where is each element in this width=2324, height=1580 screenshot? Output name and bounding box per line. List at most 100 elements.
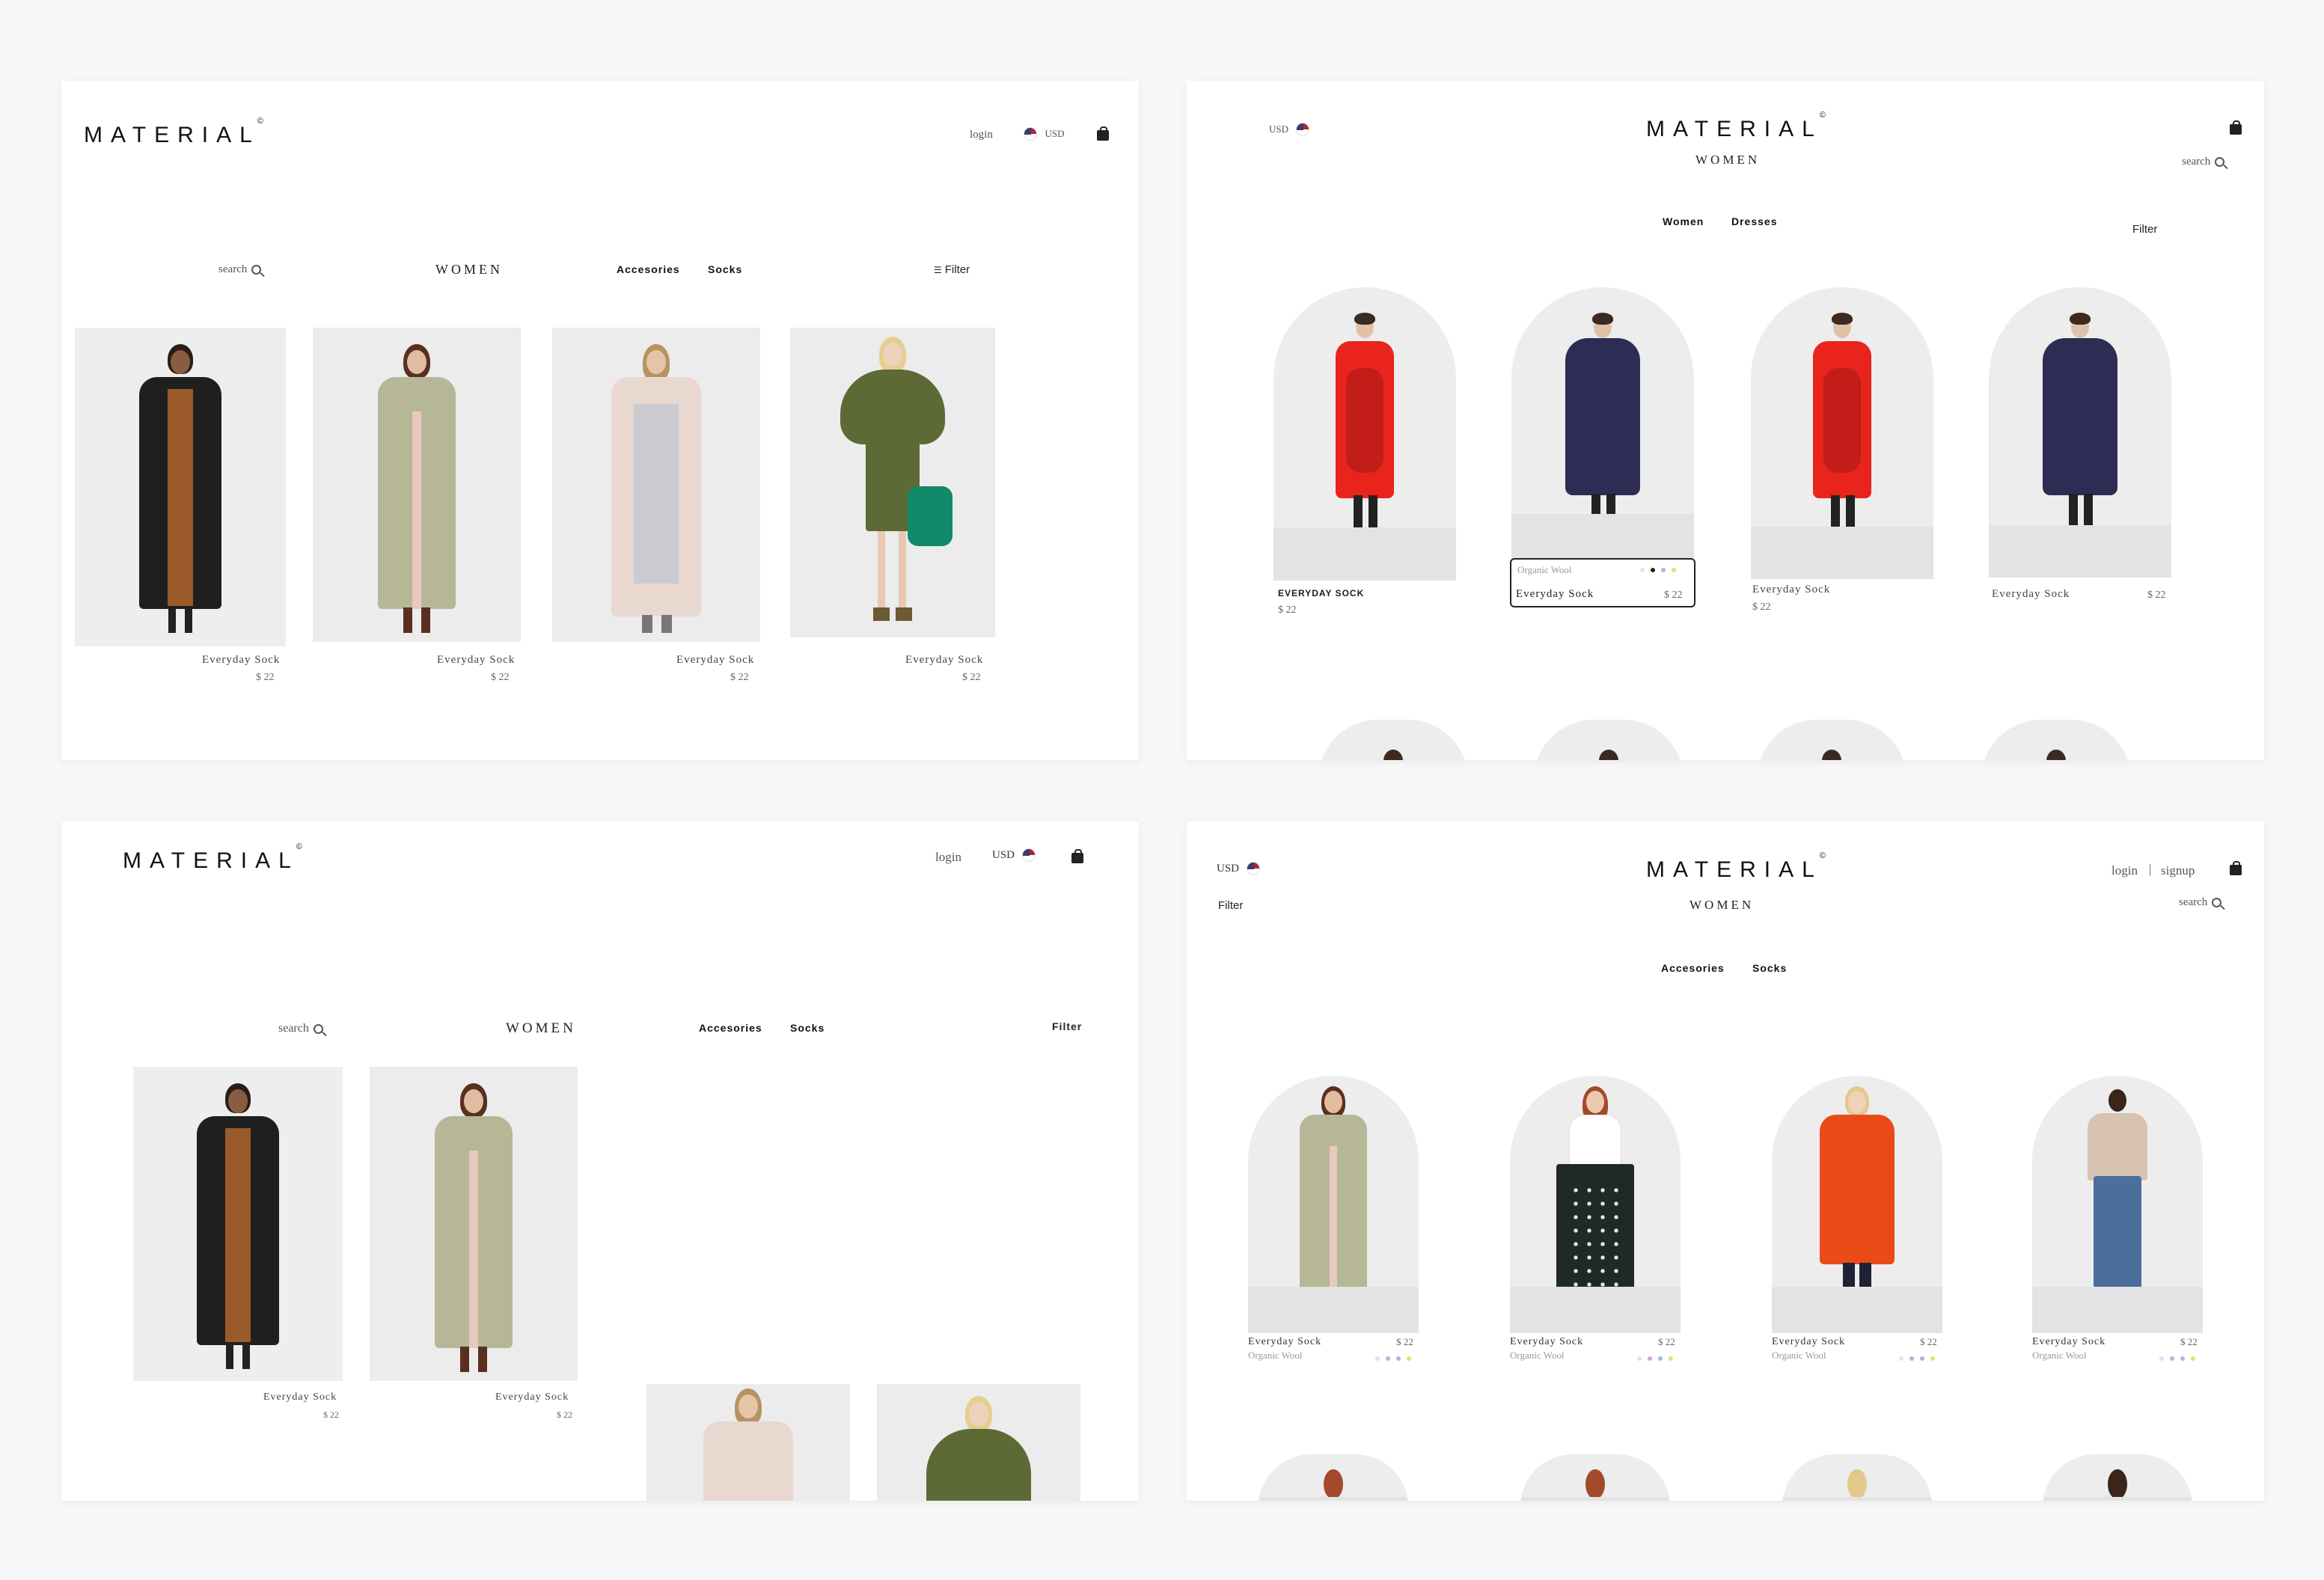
swatch[interactable] bbox=[1899, 1356, 1903, 1361]
color-swatches[interactable] bbox=[1634, 563, 1676, 576]
product-image[interactable] bbox=[1318, 720, 1468, 760]
color-swatches[interactable] bbox=[1631, 1351, 1673, 1365]
brand-logo[interactable]: MATERIAL© bbox=[1646, 851, 1829, 883]
product-image[interactable] bbox=[552, 328, 760, 642]
product-image[interactable] bbox=[1248, 1076, 1419, 1333]
swatch[interactable] bbox=[1909, 1356, 1914, 1361]
color-swatches[interactable] bbox=[2153, 1351, 2195, 1365]
swatch[interactable] bbox=[1669, 1356, 1673, 1361]
brand-logo[interactable]: MATERIAL© bbox=[84, 117, 266, 148]
product-image[interactable] bbox=[2043, 1454, 2192, 1501]
product-name[interactable]: Everyday Sock bbox=[263, 1391, 337, 1403]
swatch[interactable] bbox=[1930, 1356, 1935, 1361]
nav-accesories[interactable]: Accesories bbox=[617, 263, 680, 275]
signup-link[interactable]: signup bbox=[2161, 863, 2195, 878]
currency-selector[interactable]: USD bbox=[992, 848, 1036, 862]
product-name[interactable]: Everyday Sock bbox=[1516, 588, 1594, 601]
filter-button[interactable]: Filter bbox=[1218, 899, 1243, 912]
swatch[interactable] bbox=[1661, 568, 1666, 572]
product-name[interactable]: Everyday Sock bbox=[1510, 1336, 1583, 1348]
shopping-bag-icon[interactable] bbox=[1097, 126, 1109, 141]
product-name[interactable]: Everyday Sock bbox=[202, 654, 280, 667]
currency-selector[interactable]: USD bbox=[1024, 127, 1064, 141]
currency-selector[interactable]: USD bbox=[1217, 862, 1261, 875]
swatch[interactable] bbox=[1386, 1356, 1390, 1361]
search-link[interactable]: search bbox=[2179, 896, 2222, 909]
product-hover-card[interactable]: Organic Wool Everyday Sock $ 22 bbox=[1510, 558, 1695, 607]
nav-socks[interactable]: Socks bbox=[1752, 962, 1787, 974]
product-image[interactable] bbox=[75, 328, 286, 646]
nav-women[interactable]: Women bbox=[1663, 215, 1704, 227]
search-link[interactable]: search bbox=[2182, 156, 2225, 168]
swatch[interactable] bbox=[1658, 1356, 1663, 1361]
swatch[interactable] bbox=[1407, 1356, 1411, 1361]
product-image[interactable] bbox=[877, 1384, 1080, 1501]
nav-dresses[interactable]: Dresses bbox=[1731, 215, 1778, 227]
product-name[interactable]: Everyday Sock bbox=[495, 1391, 569, 1403]
product-name[interactable]: Everyday Sock bbox=[676, 654, 754, 667]
brand-logo[interactable]: MATERIAL© bbox=[123, 842, 305, 874]
filter-button[interactable]: Filter bbox=[2132, 223, 2157, 236]
nav-socks[interactable]: Socks bbox=[708, 263, 742, 275]
product-image[interactable] bbox=[1511, 287, 1694, 564]
product-image[interactable] bbox=[646, 1384, 850, 1501]
product-name[interactable]: Everyday Sock bbox=[1248, 1336, 1321, 1348]
swatch[interactable] bbox=[2180, 1356, 2185, 1361]
filter-button[interactable]: Filter bbox=[1052, 1020, 1082, 1032]
product-image[interactable] bbox=[313, 328, 521, 642]
swatch[interactable] bbox=[1637, 1356, 1642, 1361]
product-image[interactable] bbox=[1534, 720, 1684, 760]
nav-accesories[interactable]: Accesories bbox=[699, 1022, 762, 1034]
swatch[interactable] bbox=[1651, 568, 1655, 572]
product-name[interactable]: Everyday Sock bbox=[437, 654, 515, 667]
product-image[interactable] bbox=[790, 328, 995, 637]
login-link[interactable]: login bbox=[2112, 863, 2138, 878]
product-image[interactable] bbox=[2032, 1076, 2203, 1333]
product-name[interactable]: Everyday Sock bbox=[905, 654, 983, 667]
product-image[interactable] bbox=[370, 1067, 578, 1381]
swatch[interactable] bbox=[1672, 568, 1676, 572]
swatch[interactable] bbox=[1640, 568, 1645, 572]
swatch[interactable] bbox=[2159, 1356, 2164, 1361]
product-image[interactable] bbox=[1782, 1454, 1932, 1501]
login-link[interactable]: login bbox=[935, 850, 961, 865]
swatch[interactable] bbox=[2191, 1356, 2195, 1361]
product-image[interactable] bbox=[1981, 720, 2131, 760]
swatch[interactable] bbox=[1396, 1356, 1401, 1361]
brand-logo[interactable]: MATERIAL© bbox=[1646, 111, 1829, 142]
currency-selector[interactable]: USD bbox=[1269, 123, 1310, 136]
product-image[interactable] bbox=[1989, 287, 2171, 578]
swatch[interactable] bbox=[1920, 1356, 1924, 1361]
swatch[interactable] bbox=[1375, 1356, 1380, 1361]
login-link[interactable]: login bbox=[970, 129, 993, 141]
search-link[interactable]: search bbox=[218, 263, 262, 276]
product-image[interactable] bbox=[1751, 287, 1933, 579]
product-image[interactable] bbox=[1259, 1454, 1408, 1501]
color-swatches[interactable] bbox=[1369, 1351, 1411, 1365]
nav-accesories[interactable]: Accesories bbox=[1661, 962, 1725, 974]
product-image[interactable] bbox=[133, 1067, 343, 1381]
product-name[interactable]: Everyday Sock bbox=[1772, 1336, 1845, 1348]
product-name[interactable]: Everyday Sock bbox=[1992, 588, 2070, 601]
product-image[interactable] bbox=[1510, 1076, 1681, 1333]
shopping-bag-icon[interactable] bbox=[2230, 861, 2242, 875]
product-name[interactable]: EVERYDAY SOCK bbox=[1278, 588, 1364, 598]
color-swatches[interactable] bbox=[1893, 1351, 1935, 1365]
nav-socks[interactable]: Socks bbox=[790, 1022, 825, 1034]
filter-button[interactable]: ☰ Filter bbox=[934, 263, 970, 276]
swatch[interactable] bbox=[2170, 1356, 2174, 1361]
shopping-bag-icon[interactable] bbox=[2230, 120, 2242, 135]
product-material: Organic Wool bbox=[1772, 1350, 1826, 1361]
us-flag-icon bbox=[1024, 127, 1037, 141]
product-name[interactable]: Everyday Sock bbox=[1752, 584, 1830, 596]
us-flag-icon bbox=[1296, 123, 1310, 136]
product-image[interactable] bbox=[1772, 1076, 1942, 1333]
product-price: $ 22 bbox=[1664, 590, 1683, 601]
shopping-bag-icon[interactable] bbox=[1071, 849, 1083, 863]
search-link[interactable]: search bbox=[278, 1022, 323, 1035]
product-image[interactable] bbox=[1520, 1454, 1670, 1501]
product-image[interactable] bbox=[1273, 287, 1456, 581]
product-image[interactable] bbox=[1757, 720, 1906, 760]
product-name[interactable]: Everyday Sock bbox=[2032, 1336, 2106, 1348]
swatch[interactable] bbox=[1648, 1356, 1652, 1361]
